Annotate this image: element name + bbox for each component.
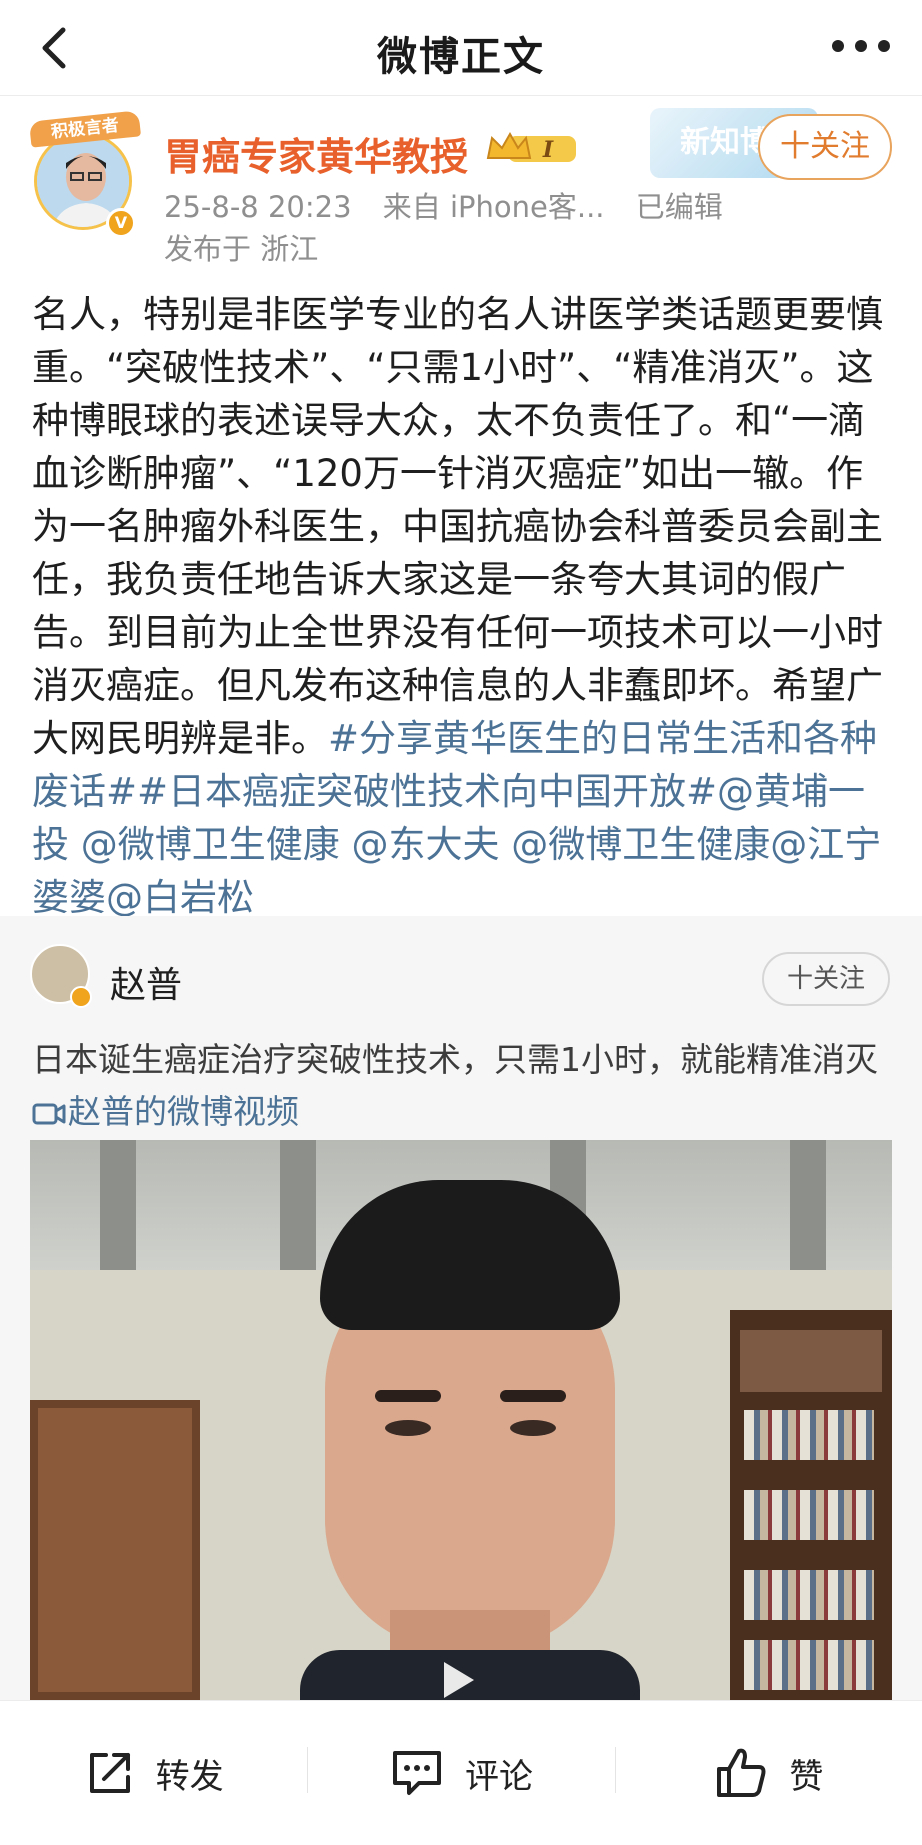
video-scene-bookshelf — [730, 1310, 892, 1700]
repost-button[interactable]: 转发 — [0, 1701, 307, 1845]
video-scene-beam — [100, 1140, 136, 1270]
repost-avatar[interactable] — [30, 944, 92, 1008]
top-nav-bar: 微博正文 — [0, 0, 922, 96]
page-title: 微博正文 — [377, 34, 545, 80]
repost-author-name[interactable]: 赵普 — [110, 956, 182, 1008]
person-eye — [510, 1420, 556, 1436]
repost-follow-button[interactable]: 十关注 — [762, 952, 890, 1006]
vip-level-label: I — [542, 137, 554, 163]
comment-button[interactable]: 评论 — [307, 1701, 614, 1845]
more-button[interactable] — [826, 26, 896, 66]
comment-icon — [392, 1751, 441, 1795]
books — [744, 1570, 874, 1620]
author-header: 积极言者 V 胃癌专家黄华教授 I 25-8-8 20:23 来自 iPhone… — [0, 96, 922, 276]
post-location: 发布于 浙江 — [164, 232, 319, 266]
person-eye — [385, 1420, 431, 1436]
video-link-icon — [32, 1103, 66, 1125]
repost-body-text: 日本诞生癌症治疗突破性技术，只需1小时，就能精准消灭 — [32, 1040, 878, 1079]
verified-badge-icon — [70, 986, 92, 1008]
share-icon — [89, 1753, 130, 1793]
video-scene-door — [30, 1400, 200, 1700]
verified-badge-icon: V — [106, 208, 136, 238]
post-text: 名人，特别是非医学专业的名人讲医学类话题更要慎重。“突破性技术”、“只需1小时”… — [32, 288, 892, 924]
thumbs-up-icon — [717, 1748, 766, 1797]
repost-text: 日本诞生癌症治疗突破性技术，只需1小时，就能精准消灭 赵普的微博视频 — [32, 1034, 892, 1138]
person-brow — [500, 1390, 566, 1402]
books — [744, 1490, 874, 1540]
author-avatar[interactable]: 积极言者 V — [28, 110, 142, 238]
edited-label[interactable]: 已编辑 — [636, 190, 723, 224]
post-date: 25-8-8 20:23 — [164, 190, 352, 224]
bottom-action-bar: 转发 评论 赞 — [0, 1700, 922, 1845]
like-button[interactable]: 赞 — [614, 1701, 922, 1845]
video-person — [280, 1180, 660, 1700]
post-meta: 25-8-8 20:23 来自 iPhone客... 已编辑 — [164, 184, 745, 226]
author-name[interactable]: 胃癌专家黄华教授 — [164, 126, 468, 181]
comment-label: 评论 — [464, 1756, 533, 1797]
video-link[interactable]: 赵普的微博视频 — [68, 1092, 299, 1131]
play-icon[interactable] — [444, 1662, 474, 1698]
video-scene-beam — [790, 1140, 826, 1270]
person-hair — [320, 1180, 620, 1330]
books — [744, 1410, 874, 1460]
repost-card[interactable]: 赵普 十关注 日本诞生癌症治疗突破性技术，只需1小时，就能精准消灭 赵普的微博视… — [0, 916, 922, 1700]
books — [744, 1640, 874, 1690]
crown-vip-icon: I — [486, 131, 576, 163]
avatar-banner: 积极言者 — [28, 110, 142, 148]
person-brow — [375, 1390, 441, 1402]
repost-label: 转发 — [155, 1756, 224, 1797]
post-main-text: 名人，特别是非医学专业的名人讲医学类话题更要慎重。“突破性技术”、“只需1小时”… — [32, 293, 883, 760]
like-label: 赞 — [789, 1756, 824, 1797]
shelf-row — [740, 1330, 882, 1392]
post-source[interactable]: 来自 iPhone客... — [383, 190, 605, 224]
follow-button[interactable]: 十关注 — [758, 114, 892, 180]
more-horizontal-icon — [832, 40, 890, 52]
video-thumbnail[interactable] — [30, 1140, 892, 1700]
